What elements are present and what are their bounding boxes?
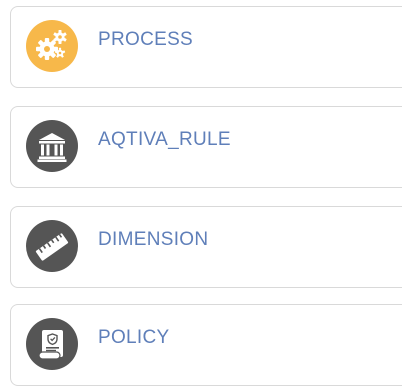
- list-item-label: POLICY: [98, 327, 170, 348]
- list-item-label: AQTIVA_RULE: [98, 129, 231, 150]
- list-item-dimension[interactable]: DIMENSION: [10, 206, 402, 288]
- gears-icon: [26, 20, 78, 72]
- list-item-label: DIMENSION: [98, 229, 209, 250]
- bank-icon: [26, 120, 78, 172]
- list-item-label: PROCESS: [98, 29, 194, 50]
- certificate-icon: [26, 318, 78, 370]
- list-item-aqtiva-rule[interactable]: AQTIVA_RULE: [10, 106, 402, 188]
- ruler-icon: [26, 220, 78, 272]
- object-type-list: PROCESS AQTIVA_RULE DIMENSION POLICY: [0, 0, 402, 387]
- list-item-policy[interactable]: POLICY: [10, 304, 402, 386]
- list-item-process[interactable]: PROCESS: [10, 6, 402, 88]
